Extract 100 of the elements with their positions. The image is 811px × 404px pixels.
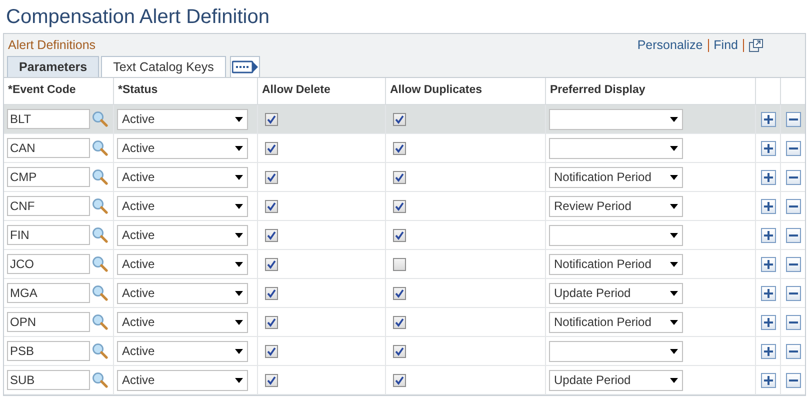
search-icon[interactable]: [92, 256, 108, 272]
preferred-display-dropdown[interactable]: Notification Period: [549, 312, 683, 332]
delete-row-button[interactable]: [786, 286, 800, 300]
status-dropdown[interactable]: Active: [117, 254, 248, 274]
checkbox[interactable]: [393, 112, 406, 126]
preferred-display-dropdown[interactable]: Review Period: [549, 196, 683, 216]
checkbox[interactable]: [393, 344, 406, 358]
delete-row-button[interactable]: [786, 112, 800, 126]
preferred-display-dropdown[interactable]: Update Period: [549, 370, 683, 390]
checkbox[interactable]: [393, 170, 406, 184]
table-row[interactable]: CMP Active Notification Period: [4, 163, 805, 192]
delete-row-button[interactable]: [786, 314, 800, 330]
table-row[interactable]: JCO Active Notification Period: [4, 250, 805, 279]
table-row[interactable]: PSB Active: [4, 337, 805, 366]
checkbox[interactable]: [265, 258, 278, 270]
checkbox[interactable]: [393, 200, 406, 212]
add-row-button[interactable]: [760, 198, 776, 214]
checkbox[interactable]: [265, 374, 278, 386]
add-row-button[interactable]: [760, 228, 776, 242]
tab[interactable]: Parameters: [7, 56, 100, 77]
delete-row-button[interactable]: [786, 140, 800, 156]
event-code-field[interactable]: CMP: [7, 167, 90, 187]
add-row-button[interactable]: [760, 112, 776, 126]
delete-row-button[interactable]: [786, 372, 800, 388]
table-row[interactable]: BLT Active: [4, 105, 805, 134]
plus-icon: [764, 172, 772, 182]
status-dropdown[interactable]: Active: [117, 138, 248, 158]
grid-link[interactable]: Personalize: [637, 36, 703, 54]
status-dropdown[interactable]: Active: [117, 166, 248, 188]
checkbox[interactable]: [393, 316, 406, 328]
status-dropdown[interactable]: Active: [117, 312, 248, 332]
status-dropdown[interactable]: Active: [117, 224, 248, 246]
checkbox[interactable]: [265, 200, 278, 212]
new-window-icon[interactable]: [749, 38, 763, 52]
preferred-display-dropdown[interactable]: Notification Period: [549, 166, 683, 188]
event-code-field[interactable]: FIN: [7, 225, 90, 245]
plus-icon: [764, 288, 772, 298]
search-icon[interactable]: [92, 169, 108, 185]
checkbox[interactable]: [393, 286, 406, 300]
event-code-field[interactable]: MGA: [7, 283, 90, 303]
minus-icon: [788, 350, 798, 352]
search-icon[interactable]: [92, 343, 108, 359]
search-icon[interactable]: [92, 198, 108, 214]
delete-row-button[interactable]: [786, 198, 800, 214]
search-icon[interactable]: [92, 372, 108, 388]
checkbox[interactable]: [265, 344, 278, 358]
search-icon[interactable]: [92, 285, 108, 301]
event-code-field[interactable]: CNF: [7, 196, 90, 216]
add-row-button[interactable]: [760, 314, 776, 330]
preferred-display-dropdown[interactable]: Notification Period: [549, 254, 683, 274]
checkbox[interactable]: [265, 228, 278, 242]
add-row-button[interactable]: [760, 372, 776, 388]
delete-row-button[interactable]: [786, 228, 800, 242]
show-all-columns-button[interactable]: [230, 56, 260, 77]
checkbox[interactable]: [393, 374, 406, 386]
status-dropdown[interactable]: Active: [117, 196, 248, 216]
delete-row-button[interactable]: [786, 344, 800, 358]
minus-icon: [788, 320, 798, 324]
add-row-button[interactable]: [760, 140, 776, 156]
grid-link[interactable]: Find: [714, 36, 738, 54]
delete-row-button[interactable]: [786, 256, 800, 272]
tab[interactable]: Text Catalog Keys: [101, 56, 226, 77]
check-icon: [267, 288, 276, 298]
table-row[interactable]: CNF Active Review Period: [4, 192, 805, 221]
table-row[interactable]: OPN Active Notification Period: [4, 308, 805, 337]
check-icon: [267, 318, 276, 326]
table-row[interactable]: CAN Active: [4, 134, 805, 163]
event-code-field[interactable]: CAN: [7, 138, 90, 158]
table-row[interactable]: SUB Active Update Period: [4, 366, 805, 395]
add-row-button[interactable]: [760, 256, 776, 272]
table-row[interactable]: FIN Active: [4, 221, 805, 250]
search-icon[interactable]: [92, 227, 108, 243]
checkbox[interactable]: [265, 112, 278, 126]
column-header: Allow Duplicates: [390, 83, 482, 98]
status-dropdown[interactable]: Active: [117, 108, 248, 130]
checkbox[interactable]: [265, 142, 278, 154]
event-code-field[interactable]: BLT: [7, 109, 90, 129]
status-dropdown[interactable]: Active: [117, 370, 248, 390]
add-row-button[interactable]: [760, 344, 776, 358]
event-code-field[interactable]: JCO: [7, 254, 90, 274]
checkbox[interactable]: [393, 258, 406, 270]
status-dropdown[interactable]: Active: [117, 340, 248, 362]
table-row[interactable]: MGA Active Update Period: [4, 279, 805, 308]
status-dropdown[interactable]: Active: [117, 282, 248, 304]
search-icon[interactable]: [92, 314, 108, 330]
caret-icon: [670, 174, 678, 180]
event-code-field[interactable]: SUB: [7, 370, 90, 390]
check-icon: [267, 114, 276, 124]
event-code-field[interactable]: PSB: [7, 341, 90, 361]
checkbox[interactable]: [265, 286, 278, 300]
checkbox[interactable]: [265, 170, 278, 184]
add-row-button[interactable]: [760, 286, 776, 300]
event-code-field[interactable]: OPN: [7, 312, 90, 332]
checkbox[interactable]: [265, 316, 278, 328]
checkbox[interactable]: [393, 142, 406, 154]
checkbox[interactable]: [393, 228, 406, 242]
search-icon[interactable]: [92, 140, 108, 156]
delete-row-button[interactable]: [786, 170, 800, 184]
add-row-button[interactable]: [760, 170, 776, 184]
preferred-display-dropdown[interactable]: Update Period: [549, 282, 683, 304]
